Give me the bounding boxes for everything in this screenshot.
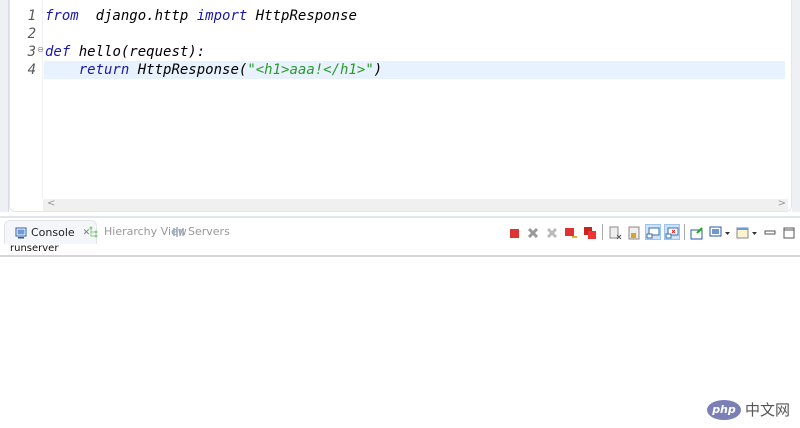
watermark-text: 中文网 (744, 401, 790, 419)
toolbar-divider (684, 224, 685, 240)
keyword: from (45, 8, 79, 24)
clear-console-icon[interactable] (608, 225, 622, 240)
string-literal: "<h1>aaa!</h1>" (247, 62, 374, 78)
console-output[interactable] (0, 257, 800, 428)
hierarchy-icon (89, 226, 98, 238)
toolbar-divider (602, 224, 603, 240)
code-token: HttpResponse (247, 8, 357, 24)
code-line[interactable]: 4 return HttpResponse("<h1>aaa!</h1>") (0, 61, 800, 79)
tab-label: Servers (188, 225, 230, 238)
code-line[interactable]: 3 def hello(request): (0, 43, 800, 61)
keyword: import (196, 8, 248, 24)
console-toolbar (507, 224, 796, 240)
show-console-on-stdout-icon[interactable] (645, 224, 661, 240)
remove-launch-icon[interactable] (526, 225, 540, 239)
code-token: django.http (78, 8, 197, 24)
terminate-relaunch-icon[interactable] (564, 225, 578, 239)
open-console-icon[interactable] (736, 225, 758, 239)
code-token: ) (373, 62, 383, 78)
keyword: return (78, 62, 130, 78)
code-token: hello(request): (70, 44, 206, 60)
pin-console-icon[interactable] (690, 225, 704, 240)
php-logo-icon: php (706, 399, 741, 420)
servers-icon (173, 227, 184, 237)
display-selected-console-icon[interactable] (709, 225, 731, 239)
tab-label: Console (31, 225, 75, 239)
minimize-icon[interactable] (763, 225, 777, 239)
watermark-logo: php 中文网 (706, 399, 790, 420)
keyword: def (45, 44, 71, 60)
show-console-on-stderr-icon[interactable] (664, 224, 680, 240)
code-line[interactable]: 2 (0, 25, 800, 43)
code-text: return HttpResponse("<h1>aaa!</h1>") (45, 61, 382, 79)
code-line[interactable]: 1 from django.http import HttpResponse (0, 7, 800, 25)
scroll-lock-icon[interactable] (627, 225, 641, 240)
maximize-icon[interactable] (782, 225, 796, 239)
horizontal-scrollbar[interactable]: < > (43, 198, 788, 211)
line-number: 4 (27, 62, 36, 78)
console-icon (15, 227, 27, 238)
tab-console[interactable]: Console ✕ (4, 220, 98, 244)
code-text: from django.http import HttpResponse (45, 7, 357, 25)
terminate-icon[interactable] (507, 225, 521, 239)
code-text: def hello(request): (45, 43, 205, 61)
line-number: 2 (27, 26, 36, 42)
console-process-name: runserver (10, 243, 59, 254)
tab-servers[interactable]: Servers (172, 220, 230, 244)
fold-collapse-icon[interactable]: ⊖ (37, 45, 44, 54)
scroll-right-icon[interactable]: > (778, 198, 786, 209)
scroll-left-icon[interactable]: < (47, 198, 55, 209)
console-tab-bar: Console ✕ Hierarchy View Servers (0, 216, 800, 244)
line-number: 1 (27, 8, 36, 24)
code-token: HttpResponse( (129, 62, 248, 78)
remove-all-terminated-icon[interactable] (545, 225, 559, 239)
line-number: 3 (27, 44, 36, 60)
terminate-all-icon[interactable] (583, 225, 597, 239)
